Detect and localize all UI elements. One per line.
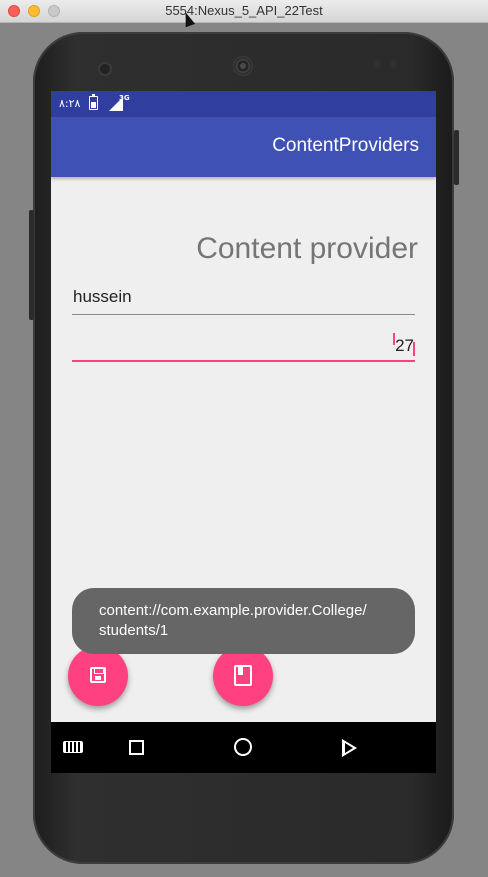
window-title: 5554:Nexus_5_API_22Test <box>165 3 323 18</box>
volume-button[interactable] <box>29 210 34 320</box>
power-button[interactable] <box>454 130 459 185</box>
age-value: 27 <box>395 336 414 355</box>
app-bar: ContentProviders <box>51 117 436 177</box>
back-icon[interactable] <box>342 739 357 757</box>
show-records-fab-button[interactable] <box>213 646 273 706</box>
age-field[interactable]: 27 <box>72 329 415 362</box>
recents-icon[interactable] <box>129 740 144 755</box>
light-sensor <box>389 60 397 68</box>
save-icon <box>90 667 106 683</box>
network-type: 3G <box>119 94 130 102</box>
window-titlebar: 5554:Nexus_5_API_22Test <box>0 0 488 28</box>
page-heading: Content provider <box>196 232 418 265</box>
text-cursor-handle[interactable] <box>393 333 395 345</box>
status-bar: ٨:٢٨ 3G <box>51 91 436 117</box>
keyboard-icon[interactable] <box>63 741 83 753</box>
toast-message: content://com.example.provider.College/ … <box>72 588 415 654</box>
text-cursor <box>413 342 415 356</box>
proximity-sensor <box>373 60 381 68</box>
name-field[interactable]: hussein <box>72 284 415 315</box>
front-camera-icon <box>98 62 112 76</box>
status-time: ٨:٢٨ <box>59 97 81 110</box>
toast-text: content://com.example.provider.College/ … <box>99 602 367 639</box>
device-screen: ٨:٢٨ 3G ContentProviders Content provide… <box>51 91 436 773</box>
home-icon[interactable] <box>234 738 252 756</box>
save-fab-button[interactable] <box>68 646 128 706</box>
name-value: hussein <box>73 287 132 306</box>
navigation-bar <box>51 722 436 773</box>
book-icon <box>234 665 252 686</box>
battery-charging-icon <box>89 94 98 110</box>
earpiece-speaker <box>233 56 253 76</box>
app-title: ContentProviders <box>272 135 419 156</box>
